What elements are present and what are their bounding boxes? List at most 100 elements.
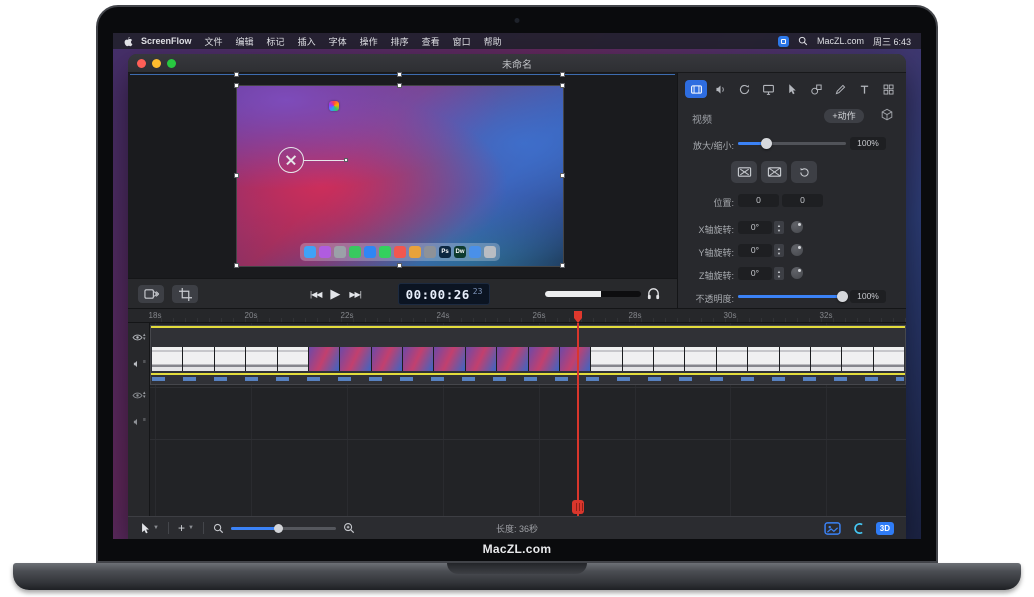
menu-item[interactable]: 排序 xyxy=(391,35,409,48)
rotation-x-field[interactable]: 0° xyxy=(738,221,772,234)
tab-screen-recording-icon[interactable] xyxy=(757,80,779,98)
rotation-y-stepper[interactable]: ▲▼ xyxy=(774,244,784,257)
selection-handle-bottom-left[interactable] xyxy=(234,263,239,268)
3d-badge-button[interactable]: 3D xyxy=(876,522,894,535)
selection-handle-mid-left[interactable] xyxy=(234,173,239,178)
position-x-field[interactable]: 0 xyxy=(738,194,779,207)
ruler-tick-label: 26s xyxy=(533,311,546,320)
timeline-tracks[interactable]: ▴▾ ≡ ▴▾ ≡ xyxy=(128,323,906,516)
selection-handle[interactable] xyxy=(234,72,239,77)
tab-video-motion-icon[interactable] xyxy=(733,80,755,98)
selection-handle-bottom-mid[interactable] xyxy=(397,263,402,268)
close-window-button[interactable] xyxy=(137,59,146,68)
zoom-value-field[interactable]: 100% xyxy=(850,137,886,150)
macos-desktop: ScreenFlow 文件编辑标记插入字体操作排序查看窗口帮助 MacZL.co… xyxy=(113,33,921,539)
add-tool-button[interactable]: + xyxy=(178,521,185,535)
actions-cube-icon[interactable] xyxy=(880,108,894,122)
track2-audio-icon[interactable] xyxy=(132,417,142,427)
tab-video-icon[interactable] xyxy=(685,80,707,98)
rotation-x-stepper[interactable]: ▲▼ xyxy=(774,221,784,234)
menu-item[interactable]: 字体 xyxy=(329,35,347,48)
headphones-icon[interactable] xyxy=(646,286,661,300)
rotation-y-dial[interactable] xyxy=(791,244,803,256)
rotation-y-field[interactable]: 0° xyxy=(738,244,772,257)
tab-media-icon[interactable] xyxy=(877,80,899,98)
menu-item[interactable]: 编辑 xyxy=(236,35,254,48)
pointer-tool-chevron-icon[interactable]: ▼ xyxy=(153,525,159,531)
scale-to-fit-button[interactable] xyxy=(731,161,757,183)
menu-item[interactable]: 操作 xyxy=(360,35,378,48)
selection-handle-mid-right[interactable] xyxy=(560,173,565,178)
zoom-window-button[interactable] xyxy=(167,59,176,68)
menubar-site-text[interactable]: MacZL.com xyxy=(817,36,864,46)
pointer-tool-button[interactable] xyxy=(140,522,150,535)
canvas-area[interactable]: PsDw xyxy=(128,73,677,278)
stretch-to-fit-button[interactable] xyxy=(761,161,787,183)
menu-item[interactable]: 文件 xyxy=(205,35,223,48)
opacity-slider[interactable] xyxy=(738,290,846,303)
tab-text-icon[interactable] xyxy=(853,80,875,98)
active-app-name[interactable]: ScreenFlow xyxy=(141,36,192,46)
inspector-tabs xyxy=(685,80,899,98)
rotation-z-dial[interactable] xyxy=(791,267,803,279)
selection-handle-bottom-right[interactable] xyxy=(560,263,565,268)
rotation-z-stepper[interactable]: ▲▼ xyxy=(774,267,784,280)
track1-expand-chevrons[interactable]: ▴▾ xyxy=(143,333,146,341)
selection-handle-top-mid[interactable] xyxy=(397,83,402,88)
rotation-x-dial[interactable] xyxy=(791,221,803,233)
zoom-slider[interactable] xyxy=(738,137,846,150)
track1-audio-icon[interactable] xyxy=(132,359,142,369)
next-marker-button[interactable]: ▶▶| xyxy=(349,290,360,299)
position-y-field[interactable]: 0 xyxy=(782,194,823,207)
rotation-z-field[interactable]: 0° xyxy=(738,267,772,280)
reset-scale-button[interactable] xyxy=(791,161,817,183)
selection-handle-top-left[interactable] xyxy=(234,83,239,88)
track1-visibility-eye-icon[interactable] xyxy=(132,333,143,342)
rotate-control-arm[interactable] xyxy=(304,160,344,162)
previous-marker-button[interactable]: |◀◀ xyxy=(310,290,321,299)
rotate-control[interactable] xyxy=(278,147,304,173)
track2-expand-chevrons[interactable]: ▴▾ xyxy=(143,391,146,399)
show-media-button[interactable] xyxy=(138,285,164,303)
minimize-window-button[interactable] xyxy=(152,59,161,68)
video-clip[interactable] xyxy=(150,325,906,385)
opacity-value-field[interactable]: 100% xyxy=(850,290,886,303)
tab-annotations-icon[interactable] xyxy=(829,80,851,98)
menu-item[interactable]: 查看 xyxy=(422,35,440,48)
crop-button[interactable] xyxy=(172,285,198,303)
menu-item[interactable]: 窗口 xyxy=(453,35,471,48)
menubar-clock[interactable]: 周三 6:43 xyxy=(873,35,911,48)
media-library-button[interactable] xyxy=(824,522,841,535)
timeline-zoom-slider[interactable] xyxy=(231,523,336,534)
track1-grip-icon[interactable]: ≡ xyxy=(143,360,146,364)
playhead-marker[interactable] xyxy=(574,311,582,323)
menu-item[interactable]: 标记 xyxy=(267,35,285,48)
selection-handle[interactable] xyxy=(397,72,402,77)
play-button[interactable]: ▶ xyxy=(330,286,340,302)
clip-thumbnail xyxy=(748,347,778,371)
window-titlebar[interactable]: 未命名 xyxy=(128,54,906,73)
zoom-out-icon[interactable] xyxy=(213,523,224,534)
add-tool-chevron-icon[interactable]: ▼ xyxy=(188,525,194,531)
tab-callout-icon[interactable] xyxy=(781,80,803,98)
playhead-scrub-handle[interactable] xyxy=(572,500,584,514)
zoom-in-icon[interactable] xyxy=(343,522,355,534)
video-preview-stage[interactable]: PsDw xyxy=(237,86,563,266)
curve-button[interactable] xyxy=(852,522,865,535)
apple-menu-icon[interactable] xyxy=(123,36,133,47)
selection-handle[interactable] xyxy=(560,72,565,77)
timeline-ruler[interactable]: 18s20s22s24s26s28s30s32s xyxy=(128,308,906,323)
tab-audio-icon[interactable] xyxy=(709,80,731,98)
menubar-app-badge[interactable] xyxy=(778,36,789,47)
menu-item[interactable]: 插入 xyxy=(298,35,316,48)
timecode-display[interactable]: 00:00:26 23 xyxy=(398,283,490,305)
track2-grip-icon[interactable]: ≡ xyxy=(143,418,146,422)
spotlight-search-icon[interactable] xyxy=(798,36,808,46)
inspector-section-title: 视频 xyxy=(692,111,712,126)
playhead-line[interactable] xyxy=(577,323,579,516)
track2-visibility-eye-icon[interactable] xyxy=(132,391,143,400)
tab-shapes-icon[interactable] xyxy=(805,80,827,98)
selection-handle-top-right[interactable] xyxy=(560,83,565,88)
menu-item[interactable]: 帮助 xyxy=(484,35,502,48)
add-action-button[interactable]: +动作 xyxy=(824,109,864,123)
